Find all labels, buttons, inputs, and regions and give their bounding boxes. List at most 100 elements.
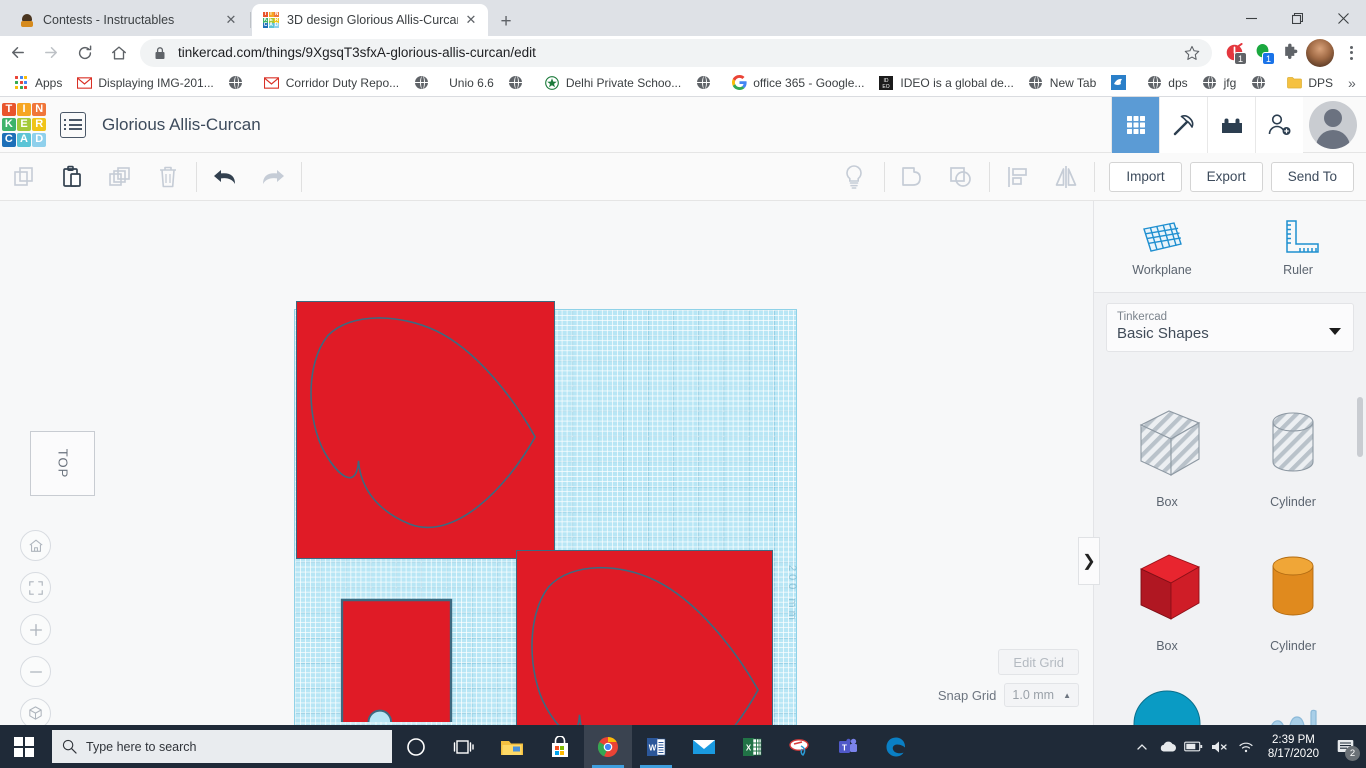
send-to-button[interactable]: Send To <box>1270 161 1354 192</box>
invite-person-icon[interactable] <box>1255 96 1303 153</box>
tinkercad-logo[interactable]: TIN KER CAD <box>2 102 46 147</box>
zoom-out-icon[interactable] <box>20 656 51 687</box>
mirror-icon[interactable] <box>1042 153 1090 201</box>
wifi-icon[interactable] <box>1233 725 1259 768</box>
battery-icon[interactable] <box>1181 725 1207 768</box>
edge-icon[interactable] <box>872 725 920 768</box>
gallery-grid-icon[interactable] <box>1111 96 1159 153</box>
extension-puzzle-icon[interactable] <box>1276 36 1304 69</box>
paste-icon[interactable] <box>48 153 96 201</box>
shape-item-cylinder-solid[interactable]: Cylinder <box>1230 543 1356 653</box>
shape-item-scribble[interactable] <box>1230 679 1356 725</box>
workplane-tool[interactable]: Workplane <box>1094 201 1230 292</box>
word-icon[interactable]: W <box>632 725 680 768</box>
bookmark-bird[interactable] <box>1103 71 1139 95</box>
fit-to-view-icon[interactable] <box>20 572 51 603</box>
extension-pocket-icon[interactable]: 1 <box>1220 36 1248 69</box>
mail-icon[interactable] <box>680 725 728 768</box>
browser-tab-1[interactable]: Contests - Instructables ✕ <box>8 4 248 36</box>
shape-item-box-solid[interactable]: Box <box>1104 543 1230 653</box>
teams-icon[interactable]: T <box>824 725 872 768</box>
bookmark-new-tab[interactable]: New Tab <box>1021 71 1103 95</box>
ortho-perspective-toggle-icon[interactable] <box>20 698 51 725</box>
small-tag-plate[interactable] <box>340 598 453 723</box>
browser-tab-2[interactable]: TINKERCAD 3D design Glorious Allis-Curca… <box>252 4 488 36</box>
export-button[interactable]: Export <box>1189 161 1263 192</box>
chrome-menu-kebab-icon[interactable] <box>1336 36 1366 69</box>
bookmark-globe-5[interactable] <box>1243 71 1279 95</box>
window-maximize-button[interactable] <box>1274 0 1320 36</box>
task-view-icon[interactable] <box>440 725 488 768</box>
redo-icon[interactable] <box>249 153 297 201</box>
panel-scrollbar[interactable] <box>1357 397 1363 457</box>
ruler-tool[interactable]: Ruler <box>1230 201 1366 292</box>
shape-item-cylinder-hole[interactable]: Cylinder <box>1230 399 1356 509</box>
taskbar-search[interactable]: Type here to search <box>52 730 392 763</box>
taskbar-clock[interactable]: 2:39 PM 8/17/2020 <box>1259 733 1328 761</box>
new-tab-button[interactable]: + <box>492 8 520 36</box>
group-icon[interactable] <box>889 153 937 201</box>
3d-canvas[interactable]: 200 mm TOP Edit Grid Snap Grid 1.0 mm ▲ <box>0 201 1093 725</box>
onedrive-icon[interactable] <box>1155 725 1181 768</box>
bookmark-corridor-duty[interactable]: Corridor Duty Repo... <box>257 71 406 95</box>
extension-balloon-icon[interactable]: 1 <box>1248 36 1276 69</box>
bookmark-displaying-img[interactable]: Displaying IMG-201... <box>69 71 220 95</box>
shape-item-box-hole[interactable]: Box <box>1104 399 1230 509</box>
codeblocks-pickaxe-icon[interactable] <box>1159 96 1207 153</box>
bookmark-ideo[interactable]: ID EO IDEO is a global de... <box>871 71 1020 95</box>
bookmark-folder-dps[interactable]: DPS <box>1279 71 1340 95</box>
document-title[interactable]: Glorious Allis-Curcan <box>102 115 261 135</box>
undo-icon[interactable] <box>201 153 249 201</box>
window-minimize-button[interactable] <box>1228 0 1274 36</box>
blocks-brick-icon[interactable] <box>1207 96 1255 153</box>
reload-button[interactable] <box>68 36 102 69</box>
profile-avatar[interactable] <box>1306 38 1334 67</box>
microsoft-store-icon[interactable] <box>536 725 584 768</box>
copy-icon[interactable] <box>0 153 48 201</box>
collapse-panel-button[interactable]: ❯ <box>1078 537 1100 585</box>
action-center-icon[interactable]: 2 <box>1328 725 1362 768</box>
tab-close-icon[interactable]: ✕ <box>462 11 480 29</box>
view-cube-top[interactable]: TOP <box>30 431 95 496</box>
window-close-button[interactable] <box>1320 0 1366 36</box>
excel-icon[interactable]: X <box>728 725 776 768</box>
start-button[interactable] <box>0 725 48 768</box>
align-icon[interactable] <box>994 153 1042 201</box>
shape-library-select[interactable]: Tinkercad Basic Shapes <box>1106 303 1354 352</box>
show-hidden-icons-chevron[interactable] <box>1129 725 1155 768</box>
bookmark-globe-2[interactable] <box>406 71 442 95</box>
user-avatar[interactable] <box>1309 100 1357 149</box>
bookmark-unio[interactable]: Unio 6.6 <box>442 71 501 95</box>
delete-trash-icon[interactable] <box>144 153 192 201</box>
ungroup-icon[interactable] <box>937 153 985 201</box>
address-bar[interactable]: tinkercad.com/things/9XgsqT3sfxA-gloriou… <box>140 38 1212 67</box>
bookmark-delhi-private-school[interactable]: Delhi Private Schoo... <box>537 71 688 95</box>
bookmark-globe-1[interactable] <box>221 71 257 95</box>
bookmarks-overflow-button[interactable]: » <box>1340 75 1364 91</box>
lightbulb-hint-icon[interactable] <box>830 153 878 201</box>
volume-muted-icon[interactable] <box>1207 725 1233 768</box>
chrome-icon[interactable] <box>584 725 632 768</box>
duplicate-icon[interactable] <box>96 153 144 201</box>
bookmark-globe-4[interactable] <box>688 71 724 95</box>
edit-grid-button[interactable]: Edit Grid <box>998 649 1079 675</box>
bookmark-jfg[interactable]: jfg <box>1195 71 1244 95</box>
zoom-in-icon[interactable] <box>20 614 51 645</box>
bookmark-globe-3[interactable] <box>501 71 537 95</box>
heart-plate-bottom[interactable] <box>516 550 773 725</box>
heart-plate-top[interactable] <box>296 301 555 559</box>
tab-close-icon[interactable]: ✕ <box>222 11 240 29</box>
home-button[interactable] <box>102 36 136 69</box>
cortana-icon[interactable] <box>392 725 440 768</box>
snap-grid-select[interactable]: 1.0 mm ▲ <box>1004 683 1079 707</box>
import-button[interactable]: Import <box>1109 161 1182 192</box>
project-list-menu-icon[interactable] <box>60 111 86 138</box>
shape-item-sphere[interactable] <box>1104 679 1230 725</box>
home-view-icon[interactable] <box>20 530 51 561</box>
forward-button[interactable] <box>34 36 68 69</box>
bookmark-dps[interactable]: dps <box>1139 71 1194 95</box>
back-button[interactable] <box>0 36 34 69</box>
paint-icon[interactable] <box>776 725 824 768</box>
bookmark-office365[interactable]: office 365 - Google... <box>724 71 871 95</box>
bookmark-star-icon[interactable] <box>1182 45 1202 61</box>
